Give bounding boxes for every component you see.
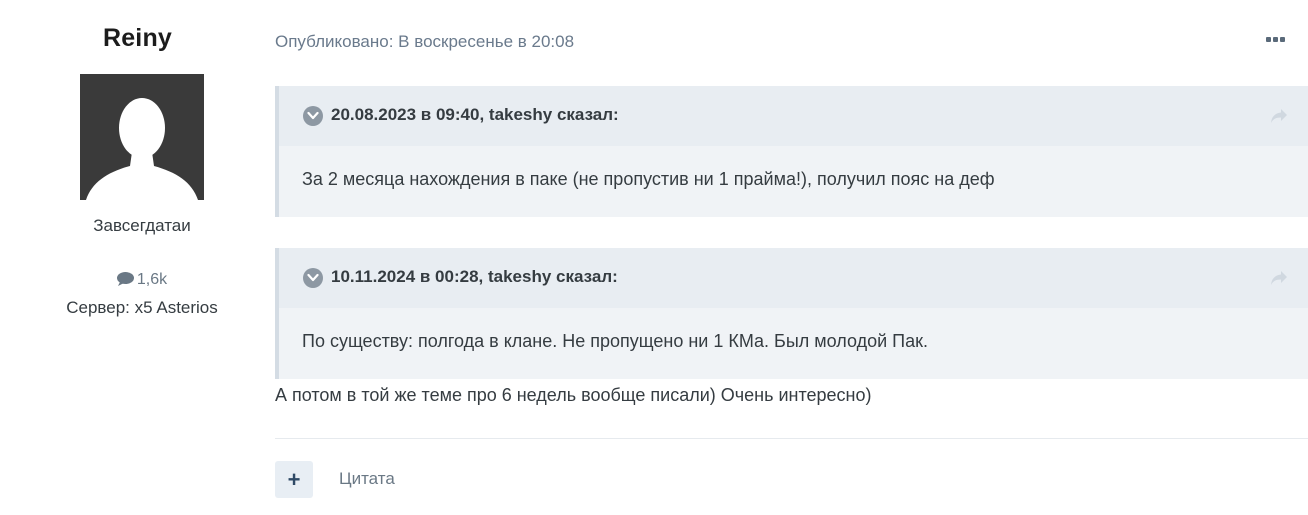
avatar[interactable] <box>80 74 204 200</box>
default-avatar-icon <box>80 74 204 200</box>
author-server: Сервер: x5 Asterios <box>66 298 218 317</box>
more-dot <box>1273 37 1278 43</box>
comment-bubble-icon <box>116 272 134 291</box>
author-rank: Завсегдатаи <box>93 216 191 235</box>
forum-post: Reiny Завсегдатаи 1,6k Сервер: x5 Asteri… <box>0 0 1308 515</box>
author-name[interactable]: Reiny <box>0 24 275 53</box>
share-arrow-icon[interactable] <box>1270 270 1288 286</box>
quote-block: 10.11.2024 в 00:28, takeshy сказал: По с… <box>275 248 1308 379</box>
quote-button[interactable]: Цитата <box>339 469 395 489</box>
more-options-button[interactable] <box>1266 31 1296 49</box>
chevron-down-icon[interactable] <box>303 268 323 288</box>
quote-header: 20.08.2023 в 09:40, takeshy сказал: <box>279 86 1308 146</box>
quote-block: 20.08.2023 в 09:40, takeshy сказал: За 2… <box>275 86 1308 217</box>
quote-header: 10.11.2024 в 00:28, takeshy сказал: <box>279 248 1308 308</box>
post-count: 1,6k <box>136 271 168 288</box>
quote-text: За 2 месяца нахождения в паке (не пропус… <box>302 169 995 189</box>
more-dots-icon <box>1266 37 1271 43</box>
more-dot <box>1280 37 1285 43</box>
chevron-down-icon[interactable] <box>303 106 323 126</box>
post-body-text: А потом в той же теме про 6 недель вообщ… <box>275 385 872 405</box>
quote-citation[interactable]: 10.11.2024 в 00:28, takeshy сказал: <box>331 267 618 287</box>
plus-icon: + <box>287 467 301 492</box>
divider <box>275 438 1308 439</box>
add-quote-button[interactable]: + <box>275 461 313 498</box>
quote-text: По существу: полгода в клане. Не пропуще… <box>302 331 929 351</box>
share-arrow-icon[interactable] <box>1270 108 1288 124</box>
post-count-stat: 1,6k <box>0 271 284 291</box>
quote-citation[interactable]: 20.08.2023 в 09:40, takeshy сказал: <box>331 105 619 125</box>
post-published-date: Опубликовано: В воскресенье в 20:08 <box>275 32 575 51</box>
